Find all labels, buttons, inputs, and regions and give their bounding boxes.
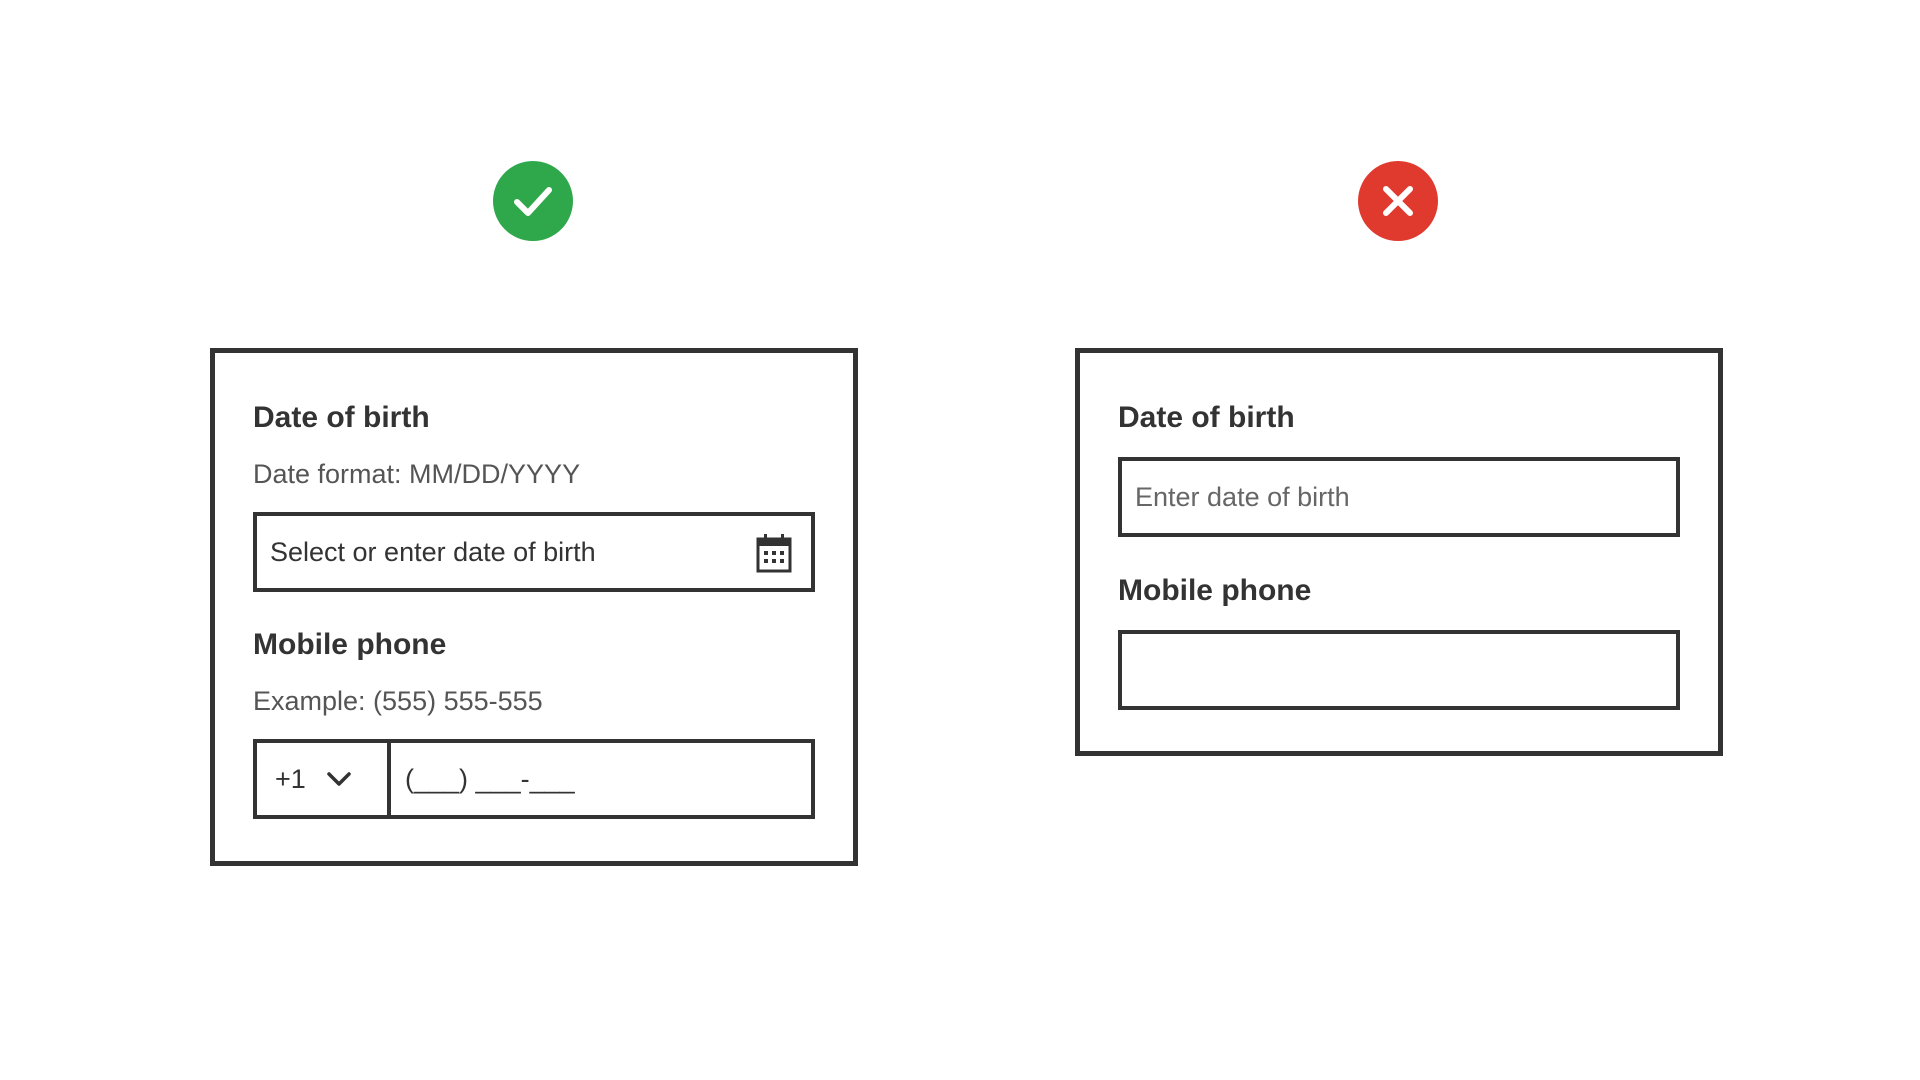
date-of-birth-input[interactable]: Select or enter date of birth bbox=[253, 512, 815, 592]
correct-badge bbox=[493, 161, 573, 241]
date-of-birth-input[interactable]: Enter date of birth bbox=[1118, 457, 1680, 537]
mobile-phone-input[interactable] bbox=[1118, 630, 1680, 710]
bad-example-panel: Date of birth Enter date of birth Mobile… bbox=[1075, 348, 1723, 756]
incorrect-badge bbox=[1358, 161, 1438, 241]
date-format-hint: Date format: MM/DD/YYYY bbox=[253, 459, 581, 489]
checkmark-icon bbox=[514, 187, 552, 216]
close-icon bbox=[1383, 186, 1413, 216]
phone-input-group: +1 (___) ___-___ bbox=[253, 739, 815, 819]
date-of-birth-label: Date of birth bbox=[1118, 401, 1295, 434]
phone-example-hint: Example: (555) 555-555 bbox=[253, 686, 543, 716]
calendar-button[interactable] bbox=[755, 532, 793, 574]
calendar-icon bbox=[756, 534, 792, 573]
country-code-value: +1 bbox=[275, 763, 306, 794]
phone-number-input[interactable]: (___) ___-___ bbox=[391, 743, 811, 815]
good-example-panel: Date of birth Date format: MM/DD/YYYY Se… bbox=[210, 348, 858, 866]
date-of-birth-placeholder: Enter date of birth bbox=[1135, 481, 1350, 512]
mobile-phone-label: Mobile phone bbox=[253, 628, 447, 661]
mobile-phone-label: Mobile phone bbox=[1118, 574, 1312, 607]
date-of-birth-label: Date of birth bbox=[253, 401, 430, 434]
country-code-select[interactable]: +1 bbox=[257, 743, 391, 815]
comparison-stage: Date of birth Date format: MM/DD/YYYY Se… bbox=[0, 0, 1920, 1080]
date-of-birth-value: Select or enter date of birth bbox=[270, 536, 596, 567]
chevron-down-icon bbox=[326, 771, 352, 787]
